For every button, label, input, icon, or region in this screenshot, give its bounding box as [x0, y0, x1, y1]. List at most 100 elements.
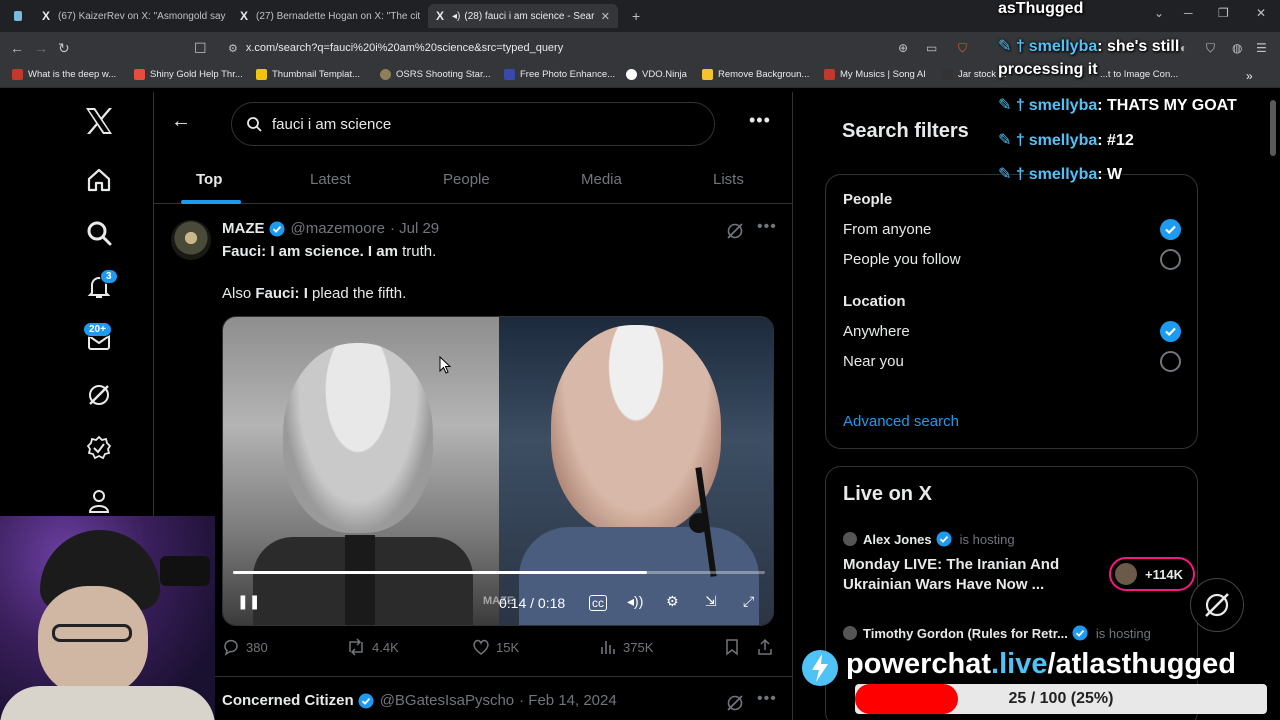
mouse-cursor-icon: [439, 355, 452, 379]
bookmark-item[interactable]: OSRS Shooting Star...: [380, 69, 491, 80]
chat-message: ✎ † smellyba: W: [998, 166, 1123, 183]
bookmark-item[interactable]: Thumbnail Templat...: [256, 69, 360, 80]
zoom-icon[interactable]: ⊕: [898, 41, 908, 55]
shield-icon[interactable]: ⛉: [1206, 41, 1215, 56]
from-anyone-radio[interactable]: [1160, 219, 1181, 240]
search-results-column: ← fauci i am science ••• Top Latest Peop…: [153, 92, 793, 720]
powerchat-logo-icon: [802, 650, 838, 686]
live-host-name: Timothy Gordon (Rules for Retr...: [863, 625, 1068, 641]
post[interactable]: Concerned Citizen @BGatesIsaPyscho · Feb…: [153, 690, 793, 720]
tab-media[interactable]: Media: [581, 154, 622, 204]
url-field[interactable]: ⚙ x.com/search?q=fauci%20i%20am%20scienc…: [218, 36, 978, 60]
close-tab-icon[interactable]: ✕: [595, 10, 610, 23]
menu-icon[interactable]: ☰: [1256, 41, 1267, 55]
filter-people-you-follow[interactable]: People you follow: [843, 251, 961, 268]
live-listener-count[interactable]: +114K: [1109, 557, 1195, 591]
back-arrow-icon[interactable]: ←: [171, 110, 191, 133]
views-button[interactable]: 375K: [599, 638, 653, 656]
new-tab-button[interactable]: +: [624, 4, 646, 28]
post[interactable]: MAZE @mazemoore · Jul 29 ••• Fauci: I am…: [153, 218, 793, 680]
share-button[interactable]: [756, 638, 780, 656]
browser-tab-1[interactable]: X (67) KaizerRev on X: "Asmongold say: [34, 4, 226, 28]
like-button[interactable]: 15K: [472, 638, 519, 656]
extension-icon[interactable]: ◐: [1180, 41, 1187, 55]
fullscreen-icon[interactable]: ⤢: [743, 593, 754, 610]
bookmark-item[interactable]: What is the deep w...: [12, 69, 116, 80]
grok-floating-button[interactable]: [1190, 578, 1244, 632]
browser-tab-2[interactable]: X (27) Bernadette Hogan on X: "The cit: [232, 4, 424, 28]
home-icon[interactable]: [82, 163, 116, 197]
brave-shield-icon[interactable]: ⛉: [958, 41, 967, 56]
bookmark-item[interactable]: Shiny Gold Help Thr...: [134, 69, 243, 80]
author-name: MAZE: [222, 220, 265, 237]
grok-icon[interactable]: [726, 694, 744, 717]
minimize-icon[interactable]: ─: [1184, 6, 1193, 20]
reply-icon: [224, 639, 238, 656]
avatar[interactable]: [171, 220, 211, 260]
captions-icon[interactable]: cc: [589, 595, 607, 611]
bookmark-button[interactable]: [724, 638, 746, 656]
tab-top[interactable]: Top: [196, 154, 222, 204]
repost-button[interactable]: 4.4K: [346, 638, 399, 656]
bookmarks-overflow-icon[interactable]: »: [1246, 69, 1253, 83]
bookmark-favicon-icon: [504, 69, 515, 80]
profile-icon[interactable]: [82, 484, 116, 518]
browser-tab-active[interactable]: X ◂) (28) fauci i am science - Sear ✕: [428, 4, 618, 28]
video-player[interactable]: ❚❚ 0:14 / 0:18 MAZE cc ◂)) ⚙ ⇲ ⤢: [222, 316, 774, 626]
anywhere-radio[interactable]: [1160, 321, 1181, 342]
post-more-icon[interactable]: •••: [757, 218, 777, 236]
search-input[interactable]: fauci i am science: [231, 102, 715, 146]
close-window-icon[interactable]: ✕: [1256, 6, 1266, 20]
near-you-radio[interactable]: [1160, 351, 1181, 372]
x-logo-icon[interactable]: [82, 104, 116, 138]
post-author[interactable]: Concerned Citizen @BGatesIsaPyscho · Feb…: [222, 692, 617, 709]
bookmark-item[interactable]: Remove Backgroun...: [702, 69, 809, 80]
post-author[interactable]: MAZE @mazemoore · Jul 29: [222, 220, 439, 237]
post-more-icon[interactable]: •••: [757, 690, 777, 708]
bookmark-item[interactable]: VDO.Ninja: [626, 69, 687, 80]
bookmark-item[interactable]: Free Photo Enhance...: [504, 69, 615, 80]
bookmark-icon[interactable]: ☐: [194, 40, 207, 57]
verified-badge-icon: [358, 693, 374, 708]
verified-orgs-icon[interactable]: [82, 431, 116, 465]
filter-anywhere[interactable]: Anywhere: [843, 323, 910, 340]
reply-button[interactable]: 380: [222, 638, 268, 656]
bookmark-item[interactable]: My Musics | Song AI: [824, 69, 926, 80]
filter-near-you[interactable]: Near you: [843, 353, 904, 370]
people-you-follow-radio[interactable]: [1160, 249, 1181, 270]
advanced-search-link[interactable]: Advanced search: [843, 413, 959, 430]
grok-icon[interactable]: [726, 222, 744, 245]
tab-lists[interactable]: Lists: [713, 154, 744, 204]
author-handle: @BGatesIsaPyscho: [379, 692, 515, 709]
settings-gear-icon[interactable]: ⚙: [666, 593, 679, 610]
page-scrollbar[interactable]: [1270, 100, 1276, 156]
verified-badge-icon: [269, 221, 284, 236]
reload-icon[interactable]: ↻: [58, 40, 70, 57]
tab-latest[interactable]: Latest: [310, 154, 351, 204]
live-item[interactable]: Alex Jones is hosting Monday LIVE: The I…: [843, 531, 1195, 595]
bookmark-item[interactable]: ...t to Image Con...: [1100, 69, 1178, 80]
search-icon[interactable]: [82, 216, 116, 250]
site-info-icon[interactable]: ⚙: [228, 42, 238, 55]
live-item[interactable]: Timothy Gordon (Rules for Retr... is hos…: [843, 625, 1183, 641]
more-options-icon[interactable]: •••: [749, 110, 771, 131]
sword-badge-icon: ✎ †: [998, 166, 1025, 183]
picture-in-picture-icon[interactable]: ⇲: [705, 593, 717, 610]
filter-from-anyone[interactable]: From anyone: [843, 221, 931, 238]
post-divider: [153, 676, 793, 677]
pause-icon[interactable]: ❚❚: [237, 593, 260, 610]
bookmark-item[interactable]: Jar stock ...: [942, 69, 1007, 80]
grok-icon[interactable]: [82, 378, 116, 412]
cast-icon[interactable]: ▭: [926, 41, 937, 55]
tab-people[interactable]: People: [443, 154, 490, 204]
profile-icon[interactable]: ◍: [1232, 41, 1242, 55]
volume-icon[interactable]: ◂)): [627, 593, 643, 610]
restore-icon[interactable]: ❐: [1218, 6, 1229, 20]
browser-menu-icon[interactable]: [6, 4, 30, 28]
chat-message: ✎ † smellyba: THATS MY GOAT: [998, 97, 1237, 114]
back-icon[interactable]: ←: [10, 40, 24, 56]
forward-icon[interactable]: →: [34, 40, 48, 56]
chevron-down-icon[interactable]: ⌄: [1154, 6, 1164, 20]
video-progress-bar[interactable]: [233, 571, 765, 574]
chat-header: asThugged: [998, 0, 1084, 17]
